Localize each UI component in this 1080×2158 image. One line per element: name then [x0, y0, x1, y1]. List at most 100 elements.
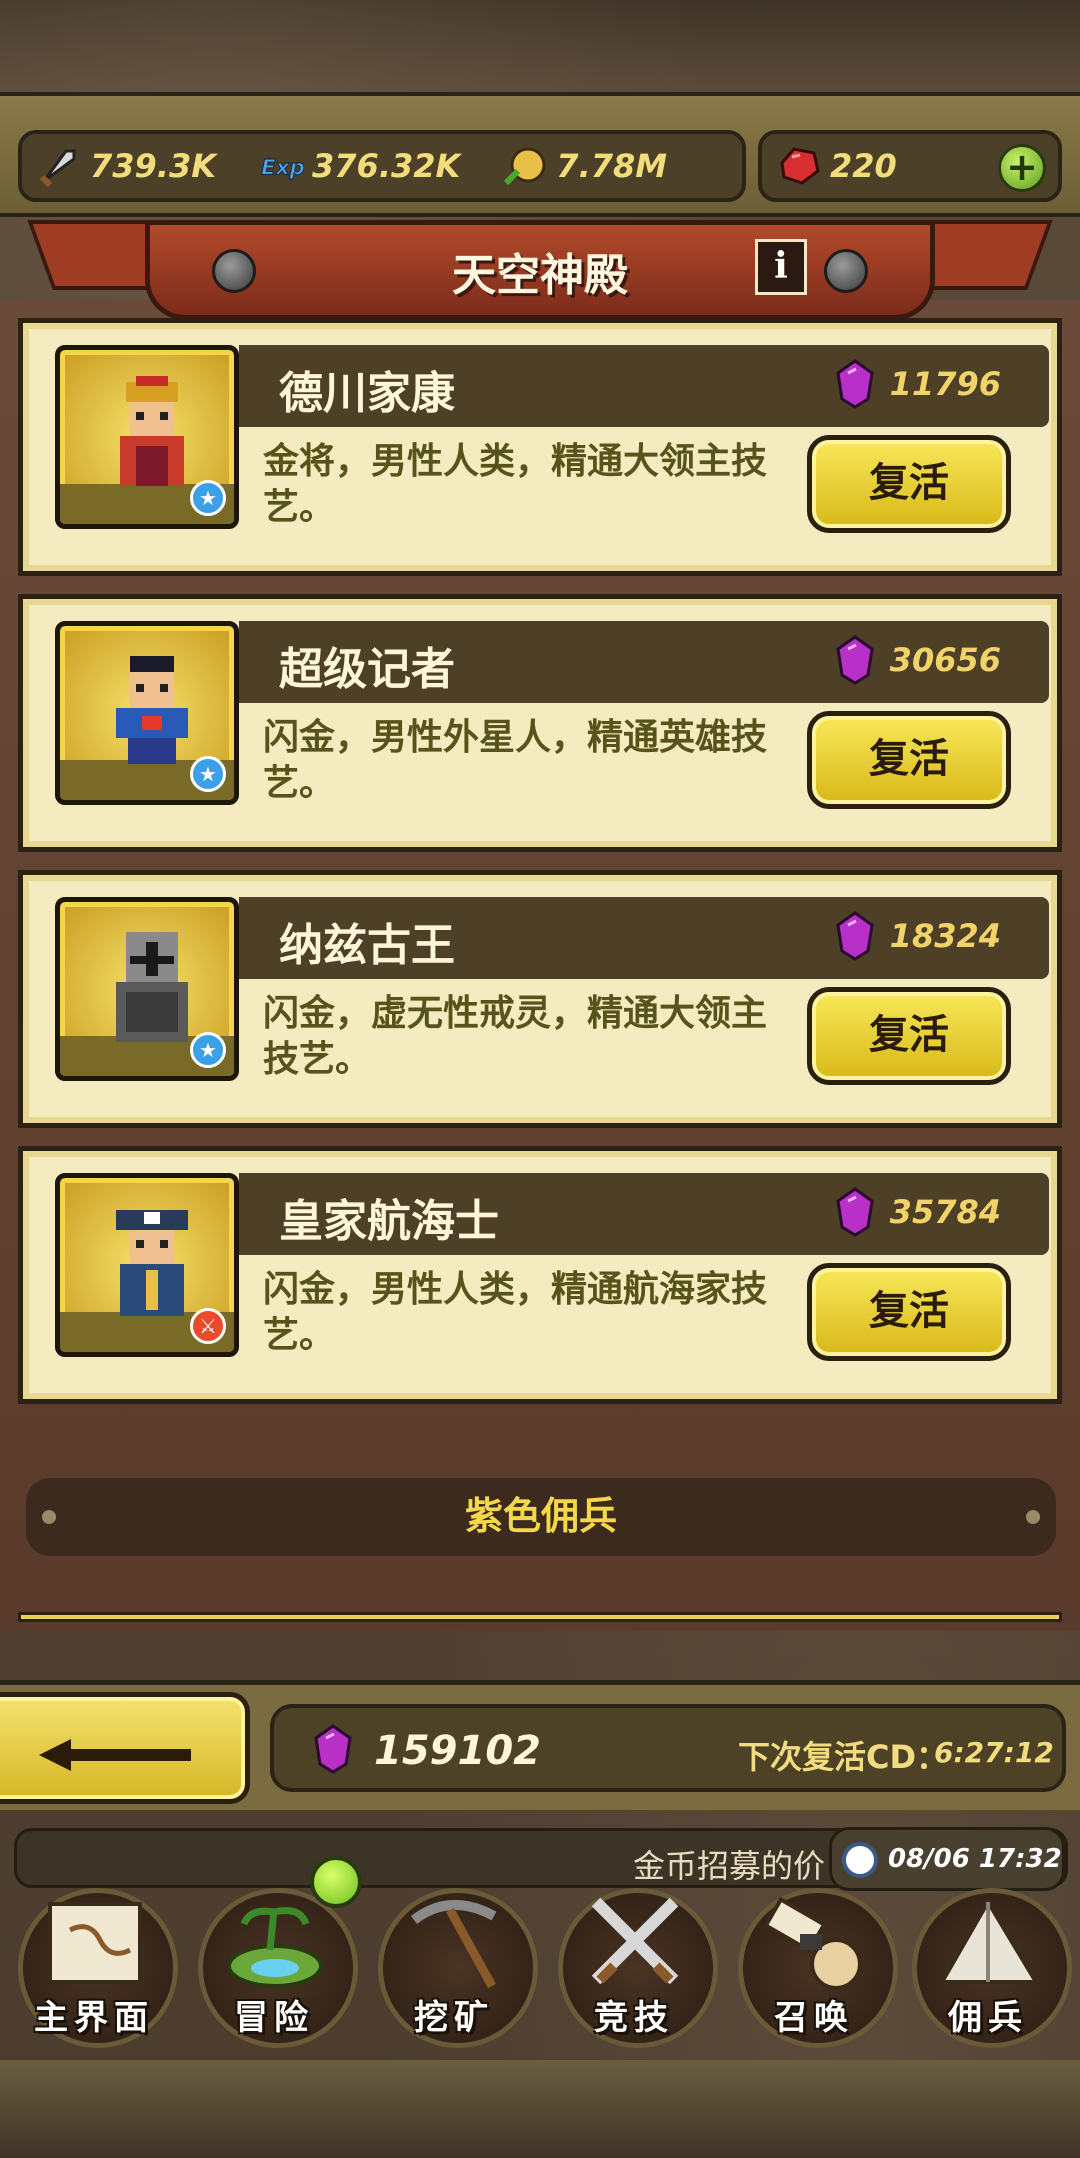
nav-label: 主界面 [34, 1998, 154, 2038]
star-badge-icon: ★ [190, 480, 226, 516]
hero-name: 纳兹古王 [279, 920, 455, 971]
hero-cost: 11796 [834, 359, 1001, 409]
hero-cost: 35784 [834, 1187, 1001, 1237]
purple-gem-icon [836, 911, 874, 961]
hero-name: 德川家康 [279, 368, 455, 419]
revive-button[interactable]: 复活 [807, 987, 1011, 1085]
bottom-navigation: 主界面 冒险 挖矿 竞技 召唤 佣兵 [0, 1880, 1080, 2060]
gold-value: 7.78M [556, 147, 668, 185]
rivet-icon [824, 249, 868, 293]
hero-namebar: 皇家航海士 35784 [239, 1173, 1049, 1255]
star-badge-icon: ★ [190, 756, 226, 792]
hero-list-panel[interactable]: ★ 德川家康 11796 金将，男性人类，精通大领主技艺。 复活 ★ 超级记者 [0, 300, 1080, 1630]
footer-map [0, 2060, 1080, 2158]
nav-label: 佣兵 [948, 1998, 1028, 2038]
back-arrow-icon [35, 1735, 195, 1775]
summon-scroll-icon [763, 1896, 862, 1990]
purple-gem-icon [836, 359, 874, 409]
revive-info-strip: 159102 下次复活CD： 6:27:12 [270, 1704, 1066, 1792]
map-scroll-icon [48, 1902, 142, 1984]
sword-icon [36, 143, 82, 189]
ruby-box: 220 + [758, 130, 1062, 202]
bar-rivet [42, 1510, 56, 1524]
superhero-sprite-icon [116, 656, 188, 764]
bar-rivet [1026, 1510, 1040, 1524]
nav-summon[interactable]: 召唤 [724, 1880, 904, 2050]
exp-resource: Exp 376.32K [258, 143, 461, 189]
hero-portrait[interactable]: ⚔ [55, 1173, 239, 1357]
purple-gem-icon [314, 1724, 352, 1774]
hero-portrait[interactable]: ★ [55, 621, 239, 805]
hero-name: 皇家航海士 [279, 1196, 499, 1247]
hero-description: 闪金，男性人类，精通航海家技艺。 [263, 1269, 768, 1356]
hero-cost-value: 11796 [889, 365, 1001, 403]
attack-value: 739.3K [90, 147, 217, 185]
samurai-sprite-icon [120, 376, 184, 486]
revive-button[interactable]: 复活 [807, 711, 1011, 809]
news-ticker[interactable]: 金币招募的价 08/06 17:32 [14, 1827, 1068, 1891]
hero-description: 闪金，虚无性戒灵，精通大领主技艺。 [263, 993, 768, 1080]
hero-namebar: 德川家康 11796 [239, 345, 1049, 427]
hero-card: ★ 纳兹古王 18324 闪金，虚无性戒灵，精通大领主技艺。 复活 [18, 870, 1062, 1128]
hero-description: 金将，男性人类，精通大领主技艺。 [263, 441, 768, 528]
star-badge-icon: ★ [190, 1032, 226, 1068]
hero-cost-value: 35784 [889, 1193, 1001, 1231]
exp-icon: Exp [258, 143, 305, 189]
list-divider [18, 1612, 1062, 1622]
hero-card: ★ 德川家康 11796 金将，男性人类，精通大领主技艺。 复活 [18, 318, 1062, 576]
title-banner: 天空神殿 i [145, 220, 935, 320]
purple-gem-icon [836, 635, 874, 685]
crossed-swords-icon [591, 1897, 679, 1985]
nav-label: 竞技 [594, 1998, 674, 2038]
hero-card: ⚔ 皇家航海士 35784 闪金，男性人类，精通航海家技艺。 复活 [18, 1146, 1062, 1404]
hero-cost-value: 18324 [889, 917, 1001, 955]
notification-dot [310, 1856, 362, 1908]
nav-label: 冒险 [234, 1998, 314, 2038]
attack-resource: 739.3K [36, 143, 216, 189]
hero-cost: 30656 [834, 635, 1001, 685]
hero-portrait[interactable]: ★ [55, 897, 239, 1081]
pickaxe-icon [410, 1900, 497, 1989]
nav-mining[interactable]: 挖矿 [364, 1880, 544, 2050]
nav-main[interactable]: 主界面 [4, 1880, 184, 2050]
total-gems-value: 159102 [374, 1728, 541, 1774]
ruby-resource: 220 [776, 143, 897, 189]
gold-coin-icon [502, 143, 548, 189]
hero-name: 超级记者 [279, 644, 455, 695]
tent-icon [938, 1898, 1040, 1984]
svg-text:Exp: Exp [261, 155, 304, 180]
nav-mercenary[interactable]: 佣兵 [898, 1880, 1078, 2050]
add-ruby-button[interactable]: + [998, 144, 1046, 192]
hero-cost: 18324 [834, 911, 1001, 961]
section-title: 紫色佣兵 [464, 1494, 617, 1538]
cooldown-value: 6:27:12 [934, 1736, 1054, 1769]
ruby-value: 220 [830, 147, 897, 185]
ruby-icon [776, 143, 822, 189]
resource-box: 739.3K Exp 376.32K 7.78M [18, 130, 746, 202]
hero-cost-value: 30656 [889, 641, 1001, 679]
nav-label: 挖矿 [414, 1998, 494, 2038]
revive-button[interactable]: 复活 [807, 435, 1011, 533]
section-header-purple-mercenaries[interactable]: 紫色佣兵 [26, 1478, 1056, 1556]
hero-card: ★ 超级记者 30656 闪金，男性外星人，精通英雄技艺。 复活 [18, 594, 1062, 852]
sword-badge-icon: ⚔ [190, 1308, 226, 1344]
hero-namebar: 超级记者 30656 [239, 621, 1049, 703]
ringwraith-sprite-icon [116, 932, 188, 1042]
clock-icon [842, 1842, 878, 1878]
navigator-sprite-icon [116, 1210, 188, 1316]
gold-resource: 7.78M [502, 143, 667, 189]
info-button[interactable]: i [755, 239, 807, 295]
hero-portrait[interactable]: ★ [55, 345, 239, 529]
purple-gem-icon [836, 1187, 874, 1237]
page-title: 天空神殿 [452, 250, 628, 301]
nav-label: 召唤 [774, 1998, 854, 2038]
cooldown-label: 下次复活CD： [738, 1738, 949, 1776]
clock-time: 08/06 17:32 [888, 1844, 1062, 1874]
hero-namebar: 纳兹古王 18324 [239, 897, 1049, 979]
island-icon [227, 1907, 323, 1988]
exp-value: 376.32K [312, 147, 461, 185]
nav-arena[interactable]: 竞技 [544, 1880, 724, 2050]
back-button[interactable] [0, 1692, 250, 1804]
hero-description: 闪金，男性外星人，精通英雄技艺。 [263, 717, 768, 804]
revive-button[interactable]: 复活 [807, 1263, 1011, 1361]
